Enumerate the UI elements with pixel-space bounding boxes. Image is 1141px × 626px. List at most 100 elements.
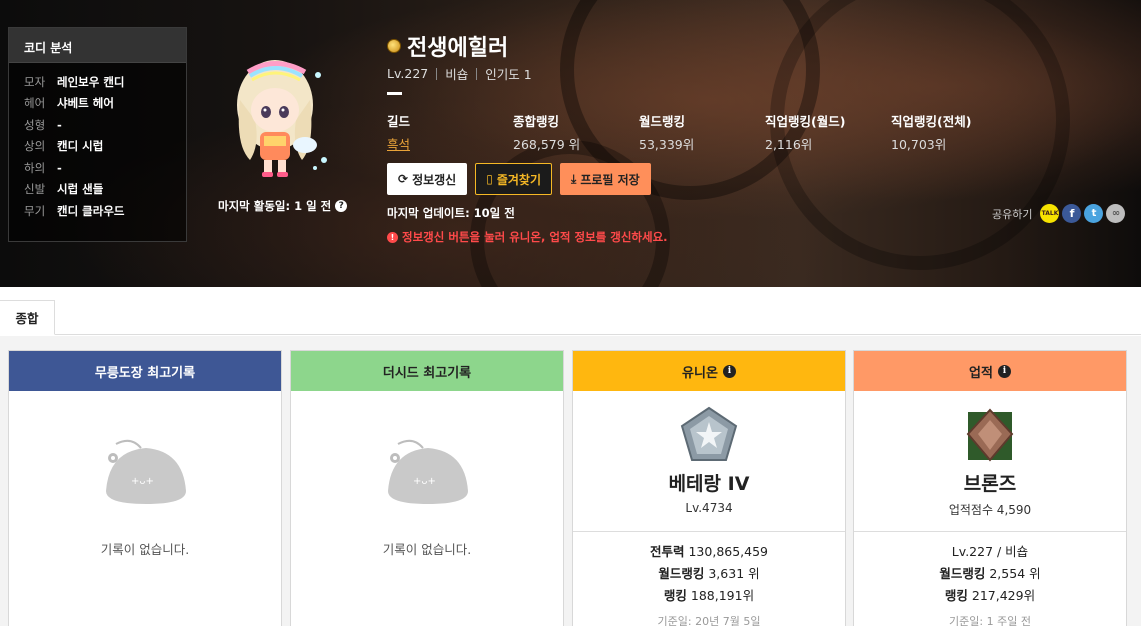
help-icon[interactable]: ? [335, 200, 348, 212]
share-label: 공유하기 [992, 207, 1033, 221]
coordi-row: 신발 시럽 샌들 [24, 179, 186, 201]
achievement-world-rank-label: 월드랭킹 [939, 566, 986, 581]
download-icon: ⤓ [571, 171, 577, 186]
achievement-rank-row: 랭킹 217,429위 [854, 585, 1126, 607]
guild-link[interactable]: 흑석 [387, 134, 513, 153]
stat-label: 직업랭킹(전체) [891, 114, 972, 129]
kakaotalk-share-icon[interactable]: TALK [1040, 204, 1060, 223]
coordi-value: - [57, 117, 62, 132]
achievement-basis-date: 기준일: 1 주일 전 [949, 615, 1031, 626]
dojang-title: 무릉도장 최고기록 [94, 365, 196, 381]
coin-icon [387, 39, 401, 53]
stat-world-rank: 월드랭킹 53,339위 [639, 111, 765, 153]
coordi-key: 신발 [24, 182, 46, 197]
warning-text: 정보갱신 버튼을 눌러 유니온, 업적 정보를 갱신하세요. [402, 230, 668, 244]
info-icon[interactable]: i [722, 364, 736, 378]
svg-text:+ᴗ+: +ᴗ+ [131, 476, 154, 487]
union-grade-emblem-icon [680, 406, 738, 461]
coordi-title: 코디 분석 [9, 28, 186, 63]
divider [573, 531, 845, 532]
divider [387, 92, 402, 95]
union-rank-row: 랭킹 188,191위 [573, 585, 845, 607]
coordi-row: 하의 - [24, 157, 186, 179]
summary-cards: 무릉도장 최고기록 +ᴗ+ 기록이 없습니다. 더시드 최고기록 +ᴗ+ 기록이… [0, 336, 1141, 626]
favorite-button[interactable]: ▯ 즐겨찾기 [475, 163, 553, 195]
stat-value: 268,579 위 [513, 137, 581, 152]
union-world-rank-label: 월드랭킹 [658, 566, 705, 581]
separator [436, 67, 438, 80]
last-update: 마지막 업데이트: 10일 전 [387, 206, 515, 220]
refresh-label: 정보갱신 [412, 172, 457, 187]
refresh-icon: ⟳ [398, 172, 409, 186]
save-profile-label: 프로필 저장 [580, 172, 640, 187]
achievement-rank-label: 랭킹 [944, 588, 968, 603]
no-record-text: 기록이 없습니다. [100, 542, 190, 557]
facebook-share-icon[interactable]: f [1062, 204, 1082, 223]
coordi-value: 레인보우 캔디 [57, 74, 125, 89]
refresh-warning: ! 정보갱신 버튼을 눌러 유니온, 업적 정보를 갱신하세요. [387, 229, 668, 245]
union-rank-label: 랭킹 [663, 588, 687, 603]
link-share-icon[interactable]: ∞ [1106, 204, 1126, 223]
empty-slime-icon: +ᴗ+ [106, 439, 186, 504]
coordi-key: 모자 [24, 74, 46, 89]
union-power-label: 전투력 [649, 544, 685, 559]
tab-overview[interactable]: 종합 [0, 300, 55, 335]
coordi-row: 헤어 샤베트 헤어 [24, 93, 186, 115]
union-card-header: 유니온 i [573, 351, 845, 391]
coordi-value: 샤베트 헤어 [57, 96, 114, 111]
achievement-grade: 브론즈 [963, 473, 1017, 495]
stat-label: 직업랭킹(월드) [765, 114, 846, 129]
last-active: 마지막 활동일: 1 일 전 ? [218, 198, 348, 214]
dojang-card-header: 무릉도장 최고기록 [9, 351, 281, 391]
union-details: 전투력 130,865,459 월드랭킹 3,631 위 랭킹 188,191위 [573, 541, 845, 607]
achievement-level-job: Lv.227 / 비숍 [951, 544, 1029, 559]
coordi-key: 상의 [24, 139, 46, 154]
union-rank: 188,191위 [690, 588, 755, 603]
coordi-list: 모자 레인보우 캔디 헤어 샤베트 헤어 성형 - 상의 캔디 시럽 하의 - 신발 시럽 … [9, 63, 186, 222]
share-bar: 공유하기 TALK f t ∞ [992, 204, 1126, 223]
achievement-title: 업적 [969, 365, 993, 381]
refresh-button[interactable]: ⟳ 정보갱신 [387, 163, 468, 195]
stat-label: 종합랭킹 [513, 114, 560, 129]
dojang-card: 무릉도장 최고기록 +ᴗ+ 기록이 없습니다. [8, 350, 282, 626]
coordi-key: 성형 [24, 117, 46, 132]
ranking-stats: 길드 흑석 종합랭킹 268,579 위 월드랭킹 53,339위 직업랭킹(월… [387, 111, 1017, 153]
coordi-value: 캔디 시럽 [57, 139, 104, 154]
stat-guild: 길드 흑석 [387, 111, 513, 153]
twitter-share-icon[interactable]: t [1084, 204, 1104, 223]
divider [854, 531, 1126, 532]
achievement-world-rank-row: 월드랭킹 2,554 위 [854, 563, 1126, 585]
union-world-rank: 3,631 위 [708, 566, 760, 581]
character-name-row: 전생에힐러 [387, 30, 508, 62]
union-level: Lv.4734 [685, 501, 733, 515]
union-world-rank-row: 월드랭킹 3,631 위 [573, 563, 845, 585]
character-popularity: 인기도 1 [485, 67, 532, 82]
alert-icon: ! [387, 231, 398, 243]
character-level: Lv.227 [387, 66, 429, 81]
coordi-key: 하의 [24, 160, 46, 175]
info-icon[interactable]: i [997, 364, 1011, 378]
stat-job-rank-total: 직업랭킹(전체) 10,703위 [891, 111, 1017, 153]
stat-value: 2,116위 [765, 137, 813, 152]
separator [476, 67, 478, 80]
character-summary: Lv.227 비숍 인기도 1 [387, 64, 532, 83]
achievement-details: Lv.227 / 비숍 월드랭킹 2,554 위 랭킹 217,429위 [854, 541, 1126, 607]
empty-slime-icon: +ᴗ+ [388, 439, 468, 504]
union-grade: 베테랑 IV [668, 473, 750, 495]
stat-label: 월드랭킹 [639, 114, 686, 129]
achievement-card-header: 업적 i [854, 351, 1126, 391]
last-active-text: 마지막 활동일: 1 일 전 [218, 199, 332, 213]
coordi-key: 무기 [24, 203, 46, 218]
character-avatar [220, 50, 340, 185]
coordi-row: 성형 - [24, 114, 186, 136]
seed-card: 더시드 최고기록 +ᴗ+ 기록이 없습니다. [290, 350, 564, 626]
no-record-text: 기록이 없습니다. [382, 542, 472, 557]
save-profile-button[interactable]: ⤓ 프로필 저장 [560, 163, 651, 195]
profile-header: 코디 분석 모자 레인보우 캔디 헤어 샤베트 헤어 성형 - 상의 캔디 시럽 하의 -… [0, 0, 1141, 287]
stat-value: 10,703위 [891, 137, 947, 152]
achievement-card: 업적 i 브론즈 업적점수 4,590 Lv.227 / 비숍 월드랭킹 2,5… [853, 350, 1127, 626]
svg-text:+ᴗ+: +ᴗ+ [413, 476, 436, 487]
stat-label: 길드 [387, 114, 411, 129]
seed-title: 더시드 최고기록 [382, 365, 472, 381]
stat-value: 53,339위 [639, 137, 695, 152]
